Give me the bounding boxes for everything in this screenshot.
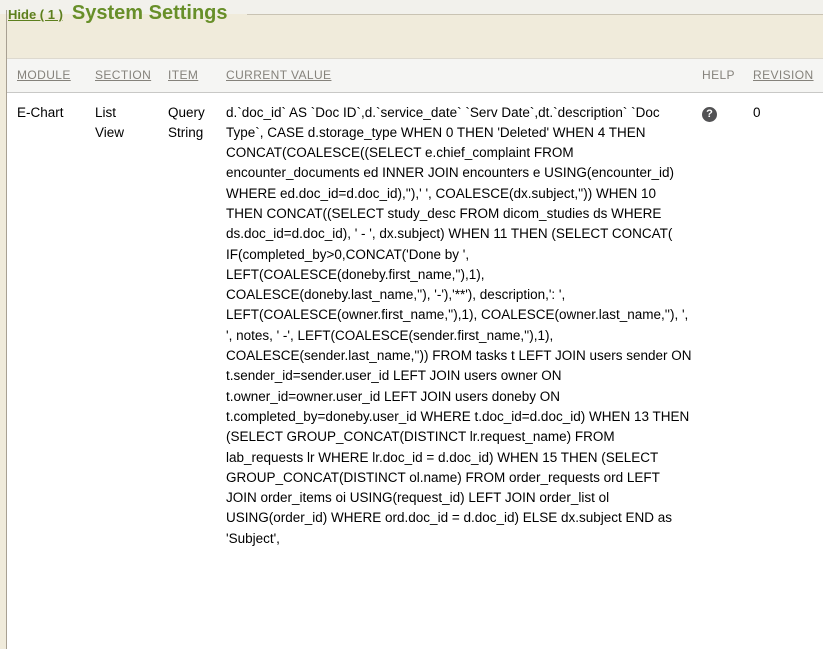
cell-section: List View	[85, 92, 158, 549]
column-header-help: HELP	[692, 59, 743, 92]
section-value: List View	[95, 103, 145, 144]
fieldset-top-border	[247, 14, 823, 15]
table-header-row: MODULE SECTION ITEM CURRENT VALUE HELP R…	[7, 59, 823, 92]
table-row[interactable]: E-Chart List View Query String d.`doc_id…	[7, 92, 823, 549]
settings-table-container: MODULE SECTION ITEM CURRENT VALUE HELP R…	[7, 58, 823, 649]
cell-module: E-Chart	[7, 92, 85, 549]
item-value: Query String	[168, 103, 218, 144]
system-settings-page: { "panel": { "hide_link_label": "Hide ( …	[0, 0, 823, 649]
column-header-section[interactable]: SECTION	[85, 59, 158, 92]
hide-link[interactable]: Hide ( 1 )	[8, 7, 63, 22]
column-header-current-value[interactable]: CURRENT VALUE	[216, 59, 692, 92]
column-header-module[interactable]: MODULE	[7, 59, 85, 92]
help-question-icon[interactable]: ?	[702, 107, 717, 122]
panel-legend: Hide ( 1 ) System Settings	[8, 2, 228, 25]
cell-item: Query String	[158, 92, 216, 549]
query-string-value: d.`doc_id` AS `Doc ID`,d.`service_date` …	[226, 103, 692, 550]
column-header-revision[interactable]: REVISION	[743, 59, 823, 92]
cell-revision: 0	[743, 92, 823, 549]
settings-table: MODULE SECTION ITEM CURRENT VALUE HELP R…	[7, 59, 823, 549]
cell-help: ?	[692, 92, 743, 549]
column-header-item[interactable]: ITEM	[158, 59, 216, 92]
cell-current-value: d.`doc_id` AS `Doc ID`,d.`service_date` …	[216, 92, 692, 549]
page-title: System Settings	[72, 2, 228, 25]
